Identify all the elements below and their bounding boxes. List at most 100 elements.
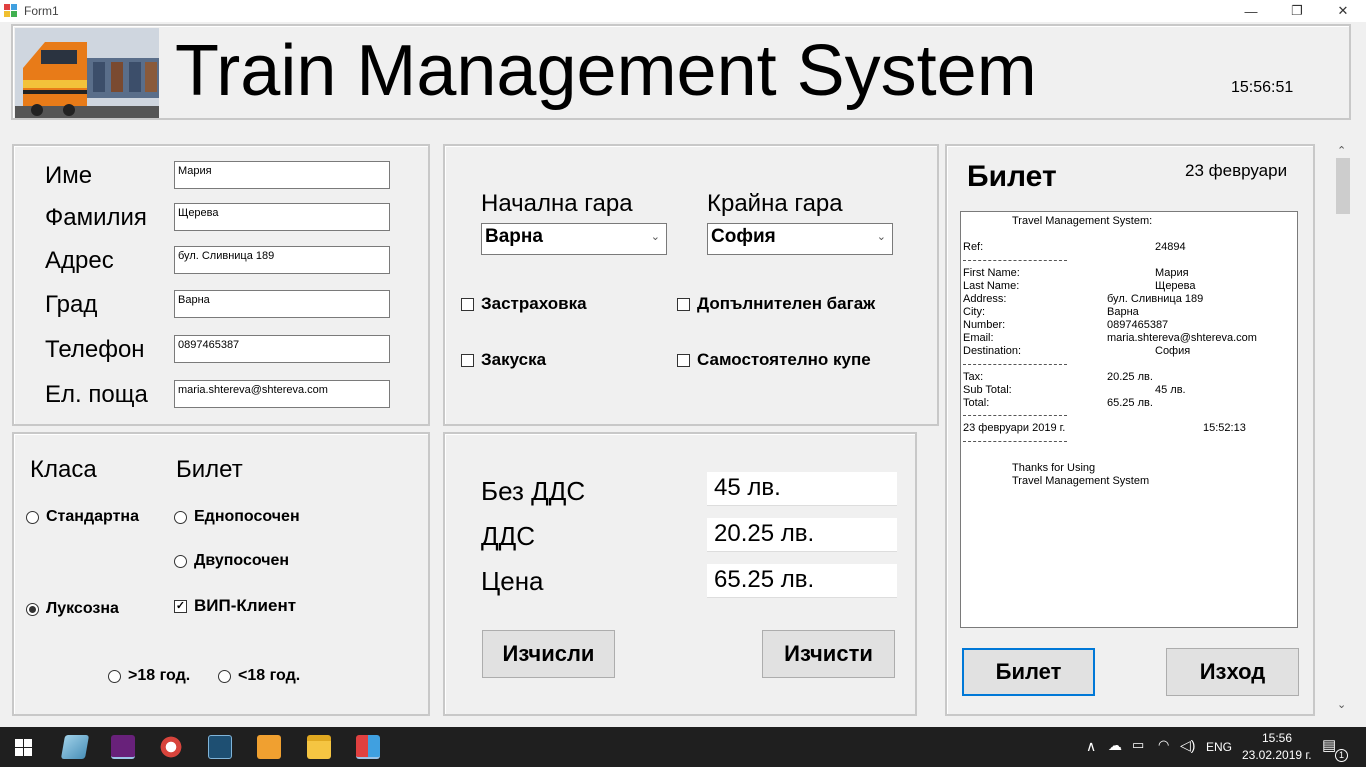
ticket-panel-title: Билет xyxy=(967,160,1057,193)
language-indicator[interactable]: ENG xyxy=(1206,740,1232,754)
clear-button[interactable]: Изчисти xyxy=(762,630,895,678)
print-ticket-button[interactable]: Билет xyxy=(962,648,1095,696)
vip-label: ВИП-Клиент xyxy=(194,596,297,615)
private-compartment-checkbox[interactable]: Самостоятелно купе xyxy=(677,350,871,370)
receipt-header: Travel Management System: xyxy=(1012,215,1153,227)
visual-studio-icon[interactable] xyxy=(111,735,135,759)
taskbar-date[interactable]: 23.02.2019 г. xyxy=(1242,748,1312,762)
receipt-textarea[interactable]: Travel Management System: Ref: 24894 Fir… xyxy=(960,211,1298,628)
checkbox-box-icon xyxy=(461,353,474,367)
minimize-button[interactable]: — xyxy=(1228,0,1274,22)
address-label: Адрес xyxy=(45,247,114,274)
chevron-up-icon[interactable]: ∧ xyxy=(1086,738,1096,755)
route-panel: Начална гара Крайна гара Варна ⌄ София ⌄… xyxy=(443,144,939,426)
sql-server-icon[interactable] xyxy=(208,735,232,759)
checkbox-box-icon xyxy=(677,353,690,367)
city-field[interactable]: Варна xyxy=(174,290,390,318)
close-button[interactable]: ✕ xyxy=(1320,0,1366,22)
receipt-last-name: Щерева xyxy=(1155,280,1196,292)
paint-icon[interactable] xyxy=(159,735,183,759)
receipt-subtotal-label: Sub Total: xyxy=(963,384,1012,396)
wifi-icon[interactable]: ◠ xyxy=(1158,737,1169,753)
total-price-field[interactable]: 65.25 лв. xyxy=(707,564,897,598)
price-no-vat-field[interactable]: 45 лв. xyxy=(707,472,897,506)
email-field[interactable]: maria.shtereva@shtereva.com xyxy=(174,380,390,408)
exit-button[interactable]: Изход xyxy=(1166,648,1299,696)
oneway-radio[interactable]: Еднопосочен xyxy=(174,508,300,526)
receipt-separator xyxy=(963,415,1067,416)
folder-icon[interactable] xyxy=(307,735,331,759)
vip-checkbox[interactable]: ✓ ВИП-Клиент xyxy=(174,596,296,616)
twoway-label: Двупосочен xyxy=(194,552,290,569)
windows-start-icon[interactable] xyxy=(15,739,32,756)
insurance-checkbox[interactable]: Застраховка xyxy=(461,294,587,314)
receipt-address: бул. Сливница 189 xyxy=(1107,293,1204,305)
receipt-date: 23 февруари 2019 г. xyxy=(963,422,1066,434)
oneway-label: Еднопосочен xyxy=(194,508,300,525)
checkmark-icon: ✓ xyxy=(174,599,187,613)
file-manager-icon[interactable] xyxy=(60,735,90,759)
receipt-thanks-line1: Thanks for Using xyxy=(1012,462,1096,474)
phone-field[interactable]: 0897465387 xyxy=(174,335,390,363)
radio-dot-icon xyxy=(26,510,39,524)
battery-icon[interactable]: ▭ xyxy=(1132,737,1144,753)
customer-panel: Име Фамилия Адрес Град Телефон Ел. поща … xyxy=(12,144,430,426)
scrollbar-thumb[interactable] xyxy=(1336,158,1350,214)
receipt-tax-label: Tax: xyxy=(963,371,984,383)
under-18-label: <18 год. xyxy=(238,667,301,684)
extra-luggage-checkbox[interactable]: Допълнителен багаж xyxy=(677,294,875,314)
extra-luggage-label: Допълнителен багаж xyxy=(697,294,876,313)
receipt-total: 65.25 лв. xyxy=(1107,397,1153,409)
luxury-class-radio[interactable]: Луксозна xyxy=(26,600,119,618)
taskbar-time[interactable]: 15:56 xyxy=(1262,731,1292,745)
sublime-text-icon[interactable] xyxy=(257,735,281,759)
scroll-down-icon[interactable]: ⌄ xyxy=(1337,698,1346,711)
checkbox-box-icon xyxy=(677,297,690,311)
receipt-last-name-label: Last Name: xyxy=(963,280,1020,292)
receipt-separator xyxy=(963,260,1067,261)
scroll-up-icon[interactable]: ⌃ xyxy=(1337,144,1346,157)
over-18-radio[interactable]: >18 год. xyxy=(108,667,190,685)
vertical-scrollbar[interactable]: ⌃ ⌄ xyxy=(1332,144,1352,716)
twoway-radio[interactable]: Двупосочен xyxy=(174,552,289,570)
app-icon xyxy=(4,4,17,17)
receipt-destination-label: Destination: xyxy=(963,345,1022,357)
start-station-value: Варна xyxy=(485,226,543,247)
form-app-icon[interactable] xyxy=(356,735,380,759)
calculate-button[interactable]: Изчисли xyxy=(482,630,615,678)
start-station-select[interactable]: Варна ⌄ xyxy=(481,223,667,255)
receipt-city-label: City: xyxy=(963,306,985,318)
start-station-label: Начална гара xyxy=(481,190,633,217)
vat-field[interactable]: 20.25 лв. xyxy=(707,518,897,552)
price-no-vat-label: Без ДДС xyxy=(481,476,586,506)
first-name-field[interactable]: Мария xyxy=(174,161,390,189)
notifications-icon[interactable]: ▤ xyxy=(1322,736,1336,754)
under-18-radio[interactable]: <18 год. xyxy=(218,667,300,685)
end-station-select[interactable]: София ⌄ xyxy=(707,223,893,255)
private-compartment-label: Самостоятелно купе xyxy=(697,350,871,369)
cloud-icon[interactable]: ☁ xyxy=(1108,737,1122,754)
receipt-separator xyxy=(963,441,1067,442)
luxury-class-label: Луксозна xyxy=(46,600,119,617)
address-field[interactable]: бул. Сливница 189 xyxy=(174,246,390,274)
receipt-first-name: Мария xyxy=(1155,267,1189,279)
maximize-button[interactable]: ❐ xyxy=(1274,0,1320,22)
receipt-destination: София xyxy=(1155,345,1191,357)
over-18-label: >18 год. xyxy=(128,667,191,684)
window-title: Form1 xyxy=(24,4,59,18)
radio-dot-icon xyxy=(108,669,121,683)
insurance-label: Застраховка xyxy=(481,294,587,313)
end-station-value: София xyxy=(711,226,776,247)
receipt-email: maria.shtereva@shtereva.com xyxy=(1107,332,1257,344)
receipt-ref-label: Ref: xyxy=(963,241,984,253)
standard-class-radio[interactable]: Стандартна xyxy=(26,508,139,526)
receipt-first-name-label: First Name: xyxy=(963,267,1020,279)
train-logo-image xyxy=(15,28,159,118)
notification-count-badge: 1 xyxy=(1335,749,1348,762)
breakfast-checkbox[interactable]: Закуска xyxy=(461,350,546,370)
email-label: Ел. поща xyxy=(45,381,148,408)
header-panel: Train Management System 15:56:51 xyxy=(11,24,1351,120)
volume-icon[interactable]: ◁) xyxy=(1180,737,1195,754)
last-name-field[interactable]: Щерева xyxy=(174,203,390,231)
radio-dot-icon xyxy=(26,602,39,616)
